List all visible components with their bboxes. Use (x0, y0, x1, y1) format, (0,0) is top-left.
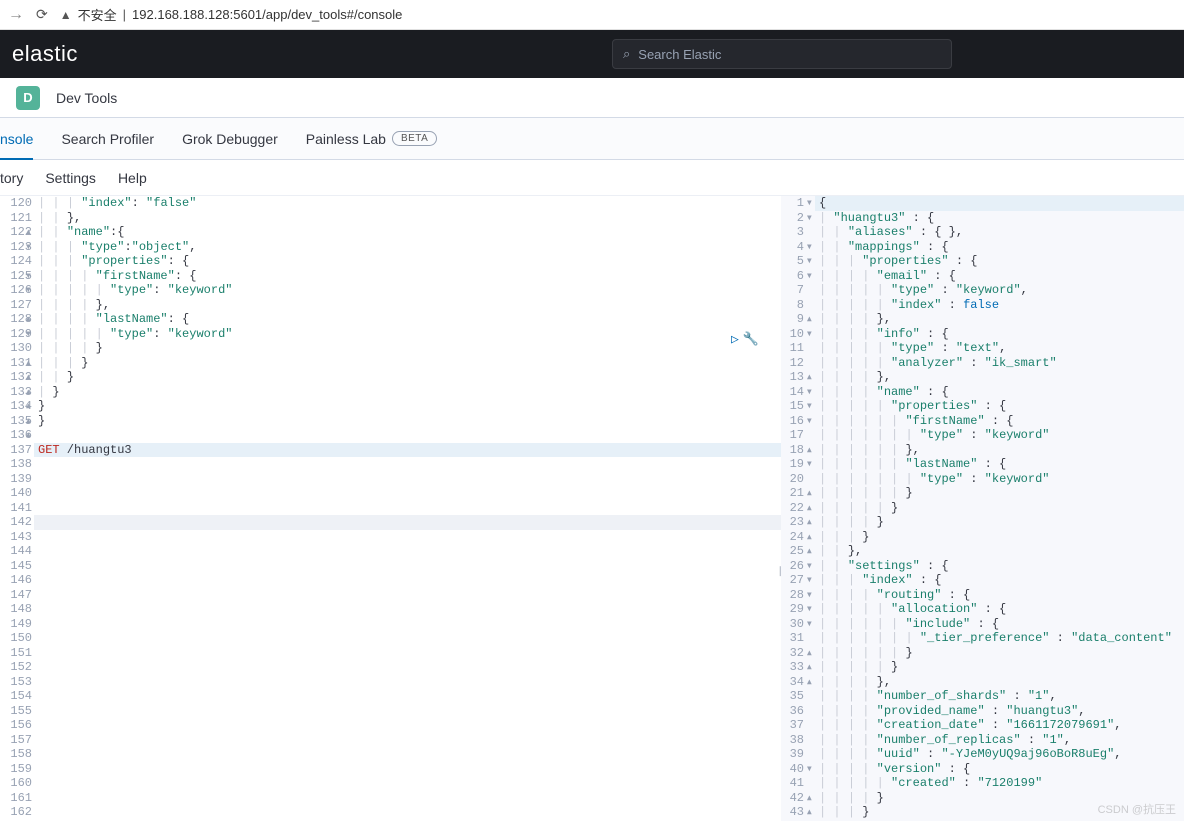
gutter-right: 1▾ 2▾ 3 4▾ 5▾ 6▾ 7 8 9▴ 10▾ 11 12 13▴ 14… (781, 196, 815, 820)
separator: | (123, 7, 126, 22)
editor-area: 120 121▴122▾123 124▾125▾126 127▴128▾129 … (0, 196, 1184, 821)
submenu-history[interactable]: tory (0, 170, 23, 186)
console-submenu: tory Settings Help (0, 160, 1184, 196)
search-icon: ⌕ (623, 46, 630, 62)
submenu-help[interactable]: Help (118, 170, 147, 186)
play-icon[interactable]: ▷ (731, 333, 739, 348)
breadcrumb[interactable]: Dev Tools (56, 90, 117, 106)
search-input[interactable] (638, 47, 941, 62)
watermark: CSDN @抗压王 (1098, 801, 1176, 817)
request-editor[interactable]: 120 121▴122▾123 124▾125▾126 127▴128▾129 … (0, 196, 781, 821)
response-viewer[interactable]: 1▾ 2▾ 3 4▾ 5▾ 6▾ 7 8 9▴ 10▾ 11 12 13▴ 14… (781, 196, 1184, 821)
code-left[interactable]: | | | "index": "false"| | },| | "name":{… (34, 196, 781, 820)
breadcrumb-row: D Dev Tools (0, 78, 1184, 118)
submenu-settings[interactable]: Settings (45, 170, 96, 186)
tab-grok-debugger[interactable]: Grok Debugger (182, 118, 278, 159)
inline-actions: ▷ 🔧 (731, 333, 759, 348)
browser-chrome: → ⟳ ▲ 不安全 | 192.168.188.128:5601/app/dev… (0, 0, 1184, 30)
elastic-logo[interactable]: elastic (12, 41, 78, 67)
tab-search-profiler[interactable]: Search Profiler (61, 118, 154, 159)
forward-icon[interactable]: → (8, 6, 24, 24)
tab-painless-lab[interactable]: Painless Lab BETA (306, 118, 438, 159)
app-header: elastic ⌕ (0, 30, 1184, 78)
url-bar[interactable]: ▲ 不安全 | 192.168.188.128:5601/app/dev_too… (60, 5, 403, 24)
gutter-left: 120 121▴122▾123 124▾125▾126 127▴128▾129 … (0, 196, 34, 820)
tab-console[interactable]: nsole (0, 118, 33, 159)
warning-icon: ▲ (60, 8, 72, 22)
not-secure-label: 不安全 (78, 5, 117, 24)
reload-icon[interactable]: ⟳ (36, 6, 48, 23)
tab-painless-label: Painless Lab (306, 131, 386, 147)
code-right: {| "huangtu3" : {| | "aliases" : { },| |… (815, 196, 1184, 820)
global-search[interactable]: ⌕ (612, 39, 952, 69)
url-text: 192.168.188.128:5601/app/dev_tools#/cons… (132, 7, 402, 22)
app-badge[interactable]: D (16, 86, 40, 110)
tabs-row: nsole Search Profiler Grok Debugger Pain… (0, 118, 1184, 160)
wrench-icon[interactable]: 🔧 (743, 333, 759, 348)
beta-badge: BETA (392, 131, 437, 146)
